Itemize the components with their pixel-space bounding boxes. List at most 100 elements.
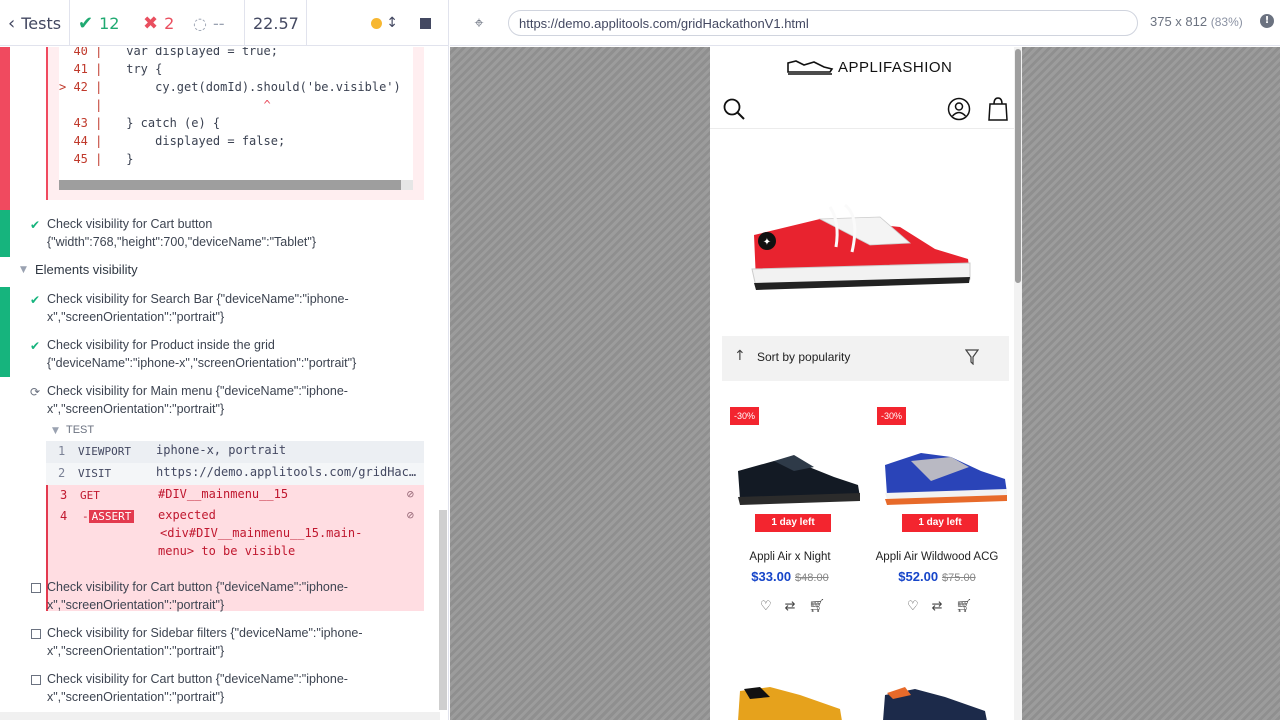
test-title: Check visibility for Sidebar filters {"d… [47,626,363,640]
line-number: 41 | [59,62,103,76]
code-line: 41 | try { [59,60,162,78]
command-name: VIEWPORT [78,445,131,458]
product-name[interactable]: Appli Air Wildwood ACG [867,551,1007,563]
line-number: | [59,98,103,112]
search-icon[interactable] [722,97,746,121]
code-line: | ^ [59,96,271,114]
check-icon: ✔ [30,293,41,307]
heart-icon[interactable]: ♡ [760,599,772,614]
hero-shoe-image: ✦ [751,203,971,290]
sort-bar[interactable]: ↑ Sort by popularity [722,336,1009,381]
command-row[interactable]: 1 VIEWPORT iphone-x, portrait [46,441,424,463]
command-message: https://demo.applitools.com/gridHac… [156,465,417,479]
command-name: VISIT [78,467,112,480]
check-icon: ✔ [30,218,41,232]
command-log: ▼ TEST 1 VIEWPORT iphone-x, portrait 2 V… [46,424,424,611]
test-title: Check visibility for Search Bar {"device… [47,292,349,306]
discount-badge: -30% [877,407,907,425]
reporter-horizontal-scrollbar[interactable] [0,712,440,720]
stats-bar: ‹ Tests ✔ 12 ✖ 2 ◌ -- 22.57 ↕ [0,0,448,46]
product-name[interactable]: Appli Air x Night [720,551,860,563]
test-title-cont: x","screenOrientation":"portrait"} [47,644,225,658]
iframe-scrollbar[interactable] [1014,47,1022,720]
scroll-arrows-icon: ↕ [386,15,398,31]
code-scrollbar-thumb[interactable] [59,180,401,190]
command-log-header[interactable]: TEST [66,424,94,436]
stop-button[interactable] [420,17,431,29]
pending-circle-icon: ◌ [193,13,207,33]
product-image-partial[interactable] [730,681,850,720]
test-title-cont: x","screenOrientation":"portrait"} [47,402,225,416]
reporter-scrollbar[interactable] [439,510,447,710]
caret-down-icon: ▼ [20,265,27,275]
line-number: 45 | [59,152,103,166]
viewport-dimensions: 375 x 812 [1150,14,1208,29]
failed-count: ✖ 2 [135,0,185,46]
current-price: $33.00 [751,569,792,584]
chevron-left-icon: ‹ [8,12,16,34]
command-number: 1 [58,444,66,458]
cross-icon: ✖ [143,12,159,34]
shuffle-compare-icon[interactable]: ⇄ [785,599,796,614]
browser-header: ⌖ 375 x 812 (83%) ! [450,0,1280,46]
app-iframe: APPLIFASHION ✦ ↑ Sort by popularity -30% [710,47,1022,720]
command-number: 4 [60,509,68,523]
crosshair-selector-icon[interactable]: ⌖ [468,12,490,34]
info-icon[interactable]: ! [1260,14,1274,28]
tests-back-button[interactable]: ‹ Tests [0,0,70,46]
current-price: $52.00 [898,569,939,584]
code-frame-border [46,47,48,200]
product-image[interactable] [881,431,1009,511]
brand-logo[interactable]: APPLIFASHION [786,57,952,77]
test-title: Check visibility for Cart button {"devic… [47,580,348,594]
shuffle-compare-icon[interactable]: ⇄ [932,599,943,614]
line-text: try { [119,62,163,76]
shoe-logo-icon [787,60,834,75]
countdown-timer: 1 day left [902,514,978,532]
code-scrollbar[interactable] [59,180,413,190]
code-snippet: 40 | var displayed = true; 41 | try { > … [59,47,413,190]
cart-icon[interactable]: 🛒︎ [956,599,973,614]
test-title-cont: x","screenOrientation":"portrait"} [47,690,225,704]
duration: 22.57 [245,0,307,46]
filter-icon[interactable] [965,349,979,365]
test-title-cont: {"width":768,"height":700,"deviceName":"… [47,235,316,249]
code-line: 45 | } [59,150,133,168]
command-message: expected [158,508,216,522]
pending-count: ◌ -- [185,0,245,46]
iframe-scrollbar-thumb[interactable] [1015,49,1021,283]
product-image[interactable] [734,431,862,511]
test-title-cont: {"deviceName":"iphone-x","screenOrientat… [47,356,357,370]
command-row[interactable]: 2 VISIT https://demo.applitools.com/grid… [46,463,424,485]
zoom-level: (83%) [1210,15,1243,29]
pass-indicator [0,210,10,257]
shopping-bag-icon[interactable] [987,96,1009,122]
check-icon: ✔ [30,339,41,353]
assert-badge: ASSERT [88,510,135,523]
product-image-partial[interactable] [875,681,995,720]
line-text: displayed = false; [119,134,286,148]
url-bar[interactable] [508,10,1138,36]
product-card[interactable]: -30% 1 day left Appli Air Wildwood ACG $… [867,403,1007,628]
user-icon[interactable] [947,97,971,121]
suite-title: Elements visibility [35,262,138,277]
eye-slash-icon[interactable]: ⊘ [407,508,414,522]
test-title: Check visibility for Main menu {"deviceN… [47,384,348,398]
command-message: #DIV__mainmenu__15 [158,487,289,501]
line-text: var displayed = true; [119,47,278,58]
old-price: $48.00 [795,572,829,584]
eye-slash-icon[interactable]: ⊘ [407,487,414,501]
cart-icon[interactable]: 🛒︎ [809,599,826,614]
heart-icon[interactable]: ♡ [907,599,919,614]
test-title: Check visibility for Cart button {"devic… [47,672,348,686]
old-price: $75.00 [942,572,976,584]
command-number: 3 [60,488,68,502]
product-card[interactable]: -30% 1 day left Appli Air x Night $33.00… [720,403,860,628]
fail-indicator [0,47,10,210]
test-title-cont: x","screenOrientation":"portrait"} [47,598,225,612]
failed-value: 2 [164,13,175,33]
code-line: 43 | } catch (e) { [59,114,220,132]
auto-scroll-toggle[interactable]: ↕ [371,15,398,31]
refresh-spinner-icon: ⟳ [30,385,41,399]
sort-label: Sort by popularity [757,350,851,364]
